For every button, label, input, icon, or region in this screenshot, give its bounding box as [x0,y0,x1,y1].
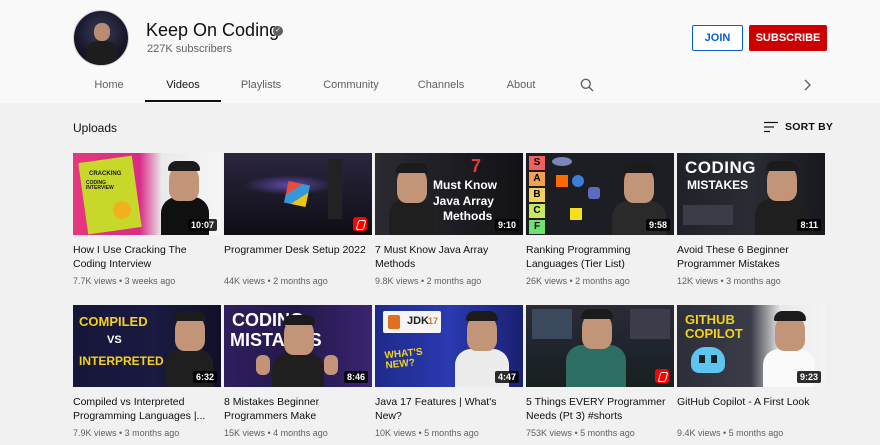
video-title[interactable]: How I Use Cracking The Coding Interview [73,243,221,271]
video-thumbnail[interactable]: S A B C F 9:58 [526,153,674,235]
search-icon[interactable] [580,78,594,92]
tier-label: F [529,220,545,234]
thumb-text: GITHUB [685,312,735,327]
video-meta: 7.7K views • 3 weeks ago [73,276,176,286]
thumb-text: VS [107,334,122,346]
channel-name: Keep On Coding [146,20,280,40]
video-duration: 9:58 [645,219,670,231]
thumb-text: Must Know [433,178,497,192]
video-meta: 10K views • 5 months ago [375,428,479,438]
chevron-right-icon[interactable] [802,79,812,91]
channel-header: Keep On Coding ✓ 227K subscribers JOIN S… [0,0,880,103]
thumb-text: CRACKING [89,171,122,177]
video-duration: 4:47 [494,371,519,383]
thumb-text: JDK [407,315,430,327]
video-meta: 44K views • 2 months ago [224,276,328,286]
tier-label: S [529,156,545,170]
video-thumbnail[interactable]: 7 Must Know Java Array Methods 9:10 [375,153,523,235]
video-meta: 753K views • 5 months ago [526,428,635,438]
thumb-text: Java Array [433,194,494,208]
thumb-text: 17 [428,316,439,326]
video-title[interactable]: 8 Mistakes Beginner Programmers Make [224,395,372,423]
tab-about[interactable]: About [485,70,557,101]
video-thumbnail[interactable] [526,305,674,387]
subscriber-count: 227K subscribers [147,43,232,55]
video-thumbnail[interactable]: CRACKING CODING INTERVIEW 10:07 [73,153,221,235]
thumb-text: COMPILED [79,314,148,329]
video-duration: 8:11 [797,219,821,231]
video-meta: 9.8K views • 2 months ago [375,276,482,286]
thumb-text: CODING [685,158,756,177]
thumb-text: INTERPRETED [79,354,164,368]
subscribe-button[interactable]: SUBSCRIBE [749,25,827,51]
video-title[interactable]: Avoid These 6 Beginner Programmer Mistak… [677,243,825,271]
video-meta: 15K views • 4 months ago [224,428,328,438]
video-title[interactable]: Java 17 Features | What's New? [375,395,523,423]
video-title[interactable]: GitHub Copilot - A First Look [677,395,825,423]
video-meta: 9.4K views • 5 months ago [677,428,784,438]
video-meta: 7.9K views • 3 months ago [73,428,180,438]
video-meta: 12K views • 3 months ago [677,276,781,286]
verified-check-icon: ✓ [273,26,283,36]
tier-label: B [529,188,545,202]
tab-home[interactable]: Home [73,70,145,101]
sort-by-button[interactable]: SORT BY [785,121,833,133]
video-title[interactable]: 7 Must Know Java Array Methods [375,243,523,271]
section-title: Uploads [73,121,118,135]
video-duration: 9:10 [494,219,519,231]
thumb-text: WHAT'S NEW? [383,346,424,372]
video-duration: 6:32 [192,371,217,383]
video-thumbnail[interactable]: CODING MISTAKES 8:11 [677,153,825,235]
shorts-icon [655,369,669,383]
sort-icon[interactable] [764,121,778,133]
video-thumbnail[interactable]: JDK 17 WHAT'S NEW? 4:47 [375,305,523,387]
tab-community[interactable]: Community [305,70,397,101]
video-thumbnail[interactable]: GITHUB COPILOT 9:23 [677,305,825,387]
thumb-text: 7 [471,156,482,176]
thumb-text: CODING INTERVIEW [86,180,114,191]
tab-videos[interactable]: Videos [145,70,221,102]
video-thumbnail[interactable]: CODING MISTAKES 8:46 [224,305,372,387]
tier-label: C [529,204,545,218]
thumb-text: MISTAKES [687,178,749,192]
video-thumbnail[interactable] [224,153,372,235]
tab-channels[interactable]: Channels [401,70,481,101]
video-title[interactable]: Compiled vs Interpreted Programming Lang… [73,395,221,423]
join-button[interactable]: JOIN [692,25,743,51]
video-duration: 10:07 [187,219,217,231]
video-title[interactable]: Programmer Desk Setup 2022 [224,243,372,271]
thumb-text: COPILOT [685,326,743,341]
channel-avatar[interactable] [73,10,129,66]
video-meta: 26K views • 2 months ago [526,276,630,286]
shorts-icon [353,217,367,231]
tab-playlists[interactable]: Playlists [221,70,301,101]
video-duration: 9:23 [796,371,821,383]
video-title[interactable]: 5 Things EVERY Programmer Needs (Pt 3) #… [526,395,674,423]
video-thumbnail[interactable]: COMPILED VS INTERPRETED 6:32 [73,305,221,387]
video-title[interactable]: Ranking Programming Languages (Tier List… [526,243,674,271]
tier-label: A [529,172,545,186]
video-duration: 8:46 [343,371,368,383]
thumb-text: Methods [443,209,493,223]
